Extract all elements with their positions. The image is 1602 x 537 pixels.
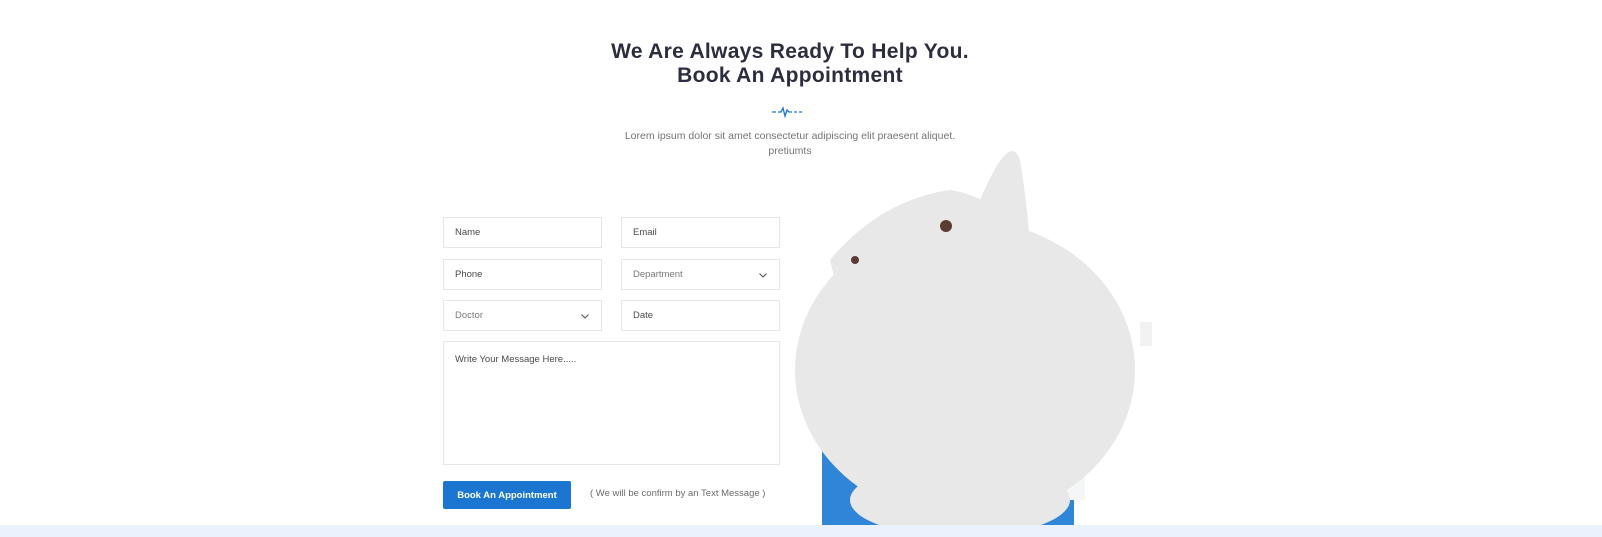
phone-placeholder: Phone: [455, 269, 483, 280]
title-line-1: We Are Always Ready To Help You.: [611, 40, 969, 63]
phone-field[interactable]: Phone: [443, 259, 602, 290]
heartbeat-pulse-icon: [772, 106, 802, 119]
confirmation-note: ( We will be confirm by an Text Message …: [590, 488, 766, 499]
doctor-select[interactable]: Doctor: [443, 300, 602, 331]
title-line-2: Book An Appointment: [677, 64, 903, 87]
name-placeholder: Name: [455, 227, 481, 238]
chevron-down-icon: [581, 313, 589, 319]
message-textarea[interactable]: Write Your Message Here.....: [443, 341, 780, 465]
department-select[interactable]: Department: [621, 259, 780, 290]
date-placeholder: Date: [633, 310, 654, 321]
book-appointment-button[interactable]: Book An Appointment: [443, 481, 571, 509]
email-placeholder: Email: [633, 227, 657, 238]
scroll-indicator: [1140, 322, 1152, 346]
doctor-image-redacted: [795, 151, 1135, 537]
section-title: We Are Always Ready To Help You. Book An…: [0, 40, 1580, 88]
doctor-value: Doctor: [455, 310, 483, 321]
date-field[interactable]: Date: [621, 300, 780, 331]
chevron-down-icon: [759, 272, 767, 278]
bottom-band: [0, 525, 1602, 537]
message-placeholder: Write Your Message Here.....: [455, 354, 577, 365]
appointment-section: We Are Always Ready To Help You. Book An…: [0, 0, 1602, 537]
department-value: Department: [633, 269, 683, 280]
email-field[interactable]: Email: [621, 217, 780, 248]
name-field[interactable]: Name: [443, 217, 602, 248]
